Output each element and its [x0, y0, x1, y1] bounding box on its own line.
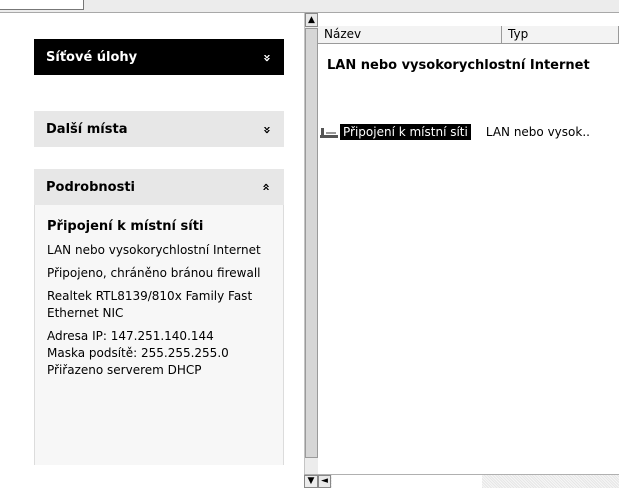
details-ip-address: Adresa IP: 147.251.140.144 [47, 329, 214, 343]
scroll-down-button[interactable]: ▼ [304, 475, 318, 488]
list-item-type: LAN nebo vysok.. [485, 125, 590, 139]
other-places-header[interactable]: Další místa » [34, 111, 284, 147]
list-item-name[interactable]: Připojení k místní síti [340, 124, 471, 140]
group-header: LAN nebo vysokorychlostní Internet [327, 58, 590, 73]
details-subnet-mask: Maska podsítě: 255.255.255.0 [47, 346, 229, 360]
details-connection-name: Připojení k místní síti [47, 219, 204, 234]
scroll-thumb[interactable] [305, 28, 318, 458]
details-type: LAN nebo vysokorychlostní Internet [47, 243, 261, 257]
chevron-double-down-icon[interactable]: » [259, 125, 274, 132]
details-panel: Připojení k místní síti LAN nebo vysokor… [34, 205, 284, 465]
top-strip [0, 0, 619, 13]
scroll-up-button[interactable]: ▲ [305, 13, 318, 27]
horizontal-scroll-thumb[interactable] [332, 475, 482, 488]
network-tasks-header[interactable]: Síťové úlohy » [34, 39, 284, 75]
network-tasks-title: Síťové úlohy [46, 49, 138, 65]
other-places-title: Další místa [46, 121, 128, 137]
chevron-double-up-icon[interactable]: » [259, 183, 274, 190]
list-item[interactable]: Připojení k místní síti LAN nebo vysok.. [318, 123, 590, 141]
column-header-name[interactable]: Název [318, 26, 502, 44]
column-header-type[interactable]: Typ [502, 26, 619, 44]
chevron-double-down-icon[interactable]: » [259, 53, 274, 60]
task-pane: Síťové úlohy » Další místa » Podrobnosti… [0, 13, 304, 488]
connections-list: Název Typ LAN nebo vysokorychlostní Inte… [318, 13, 619, 488]
top-tab [0, 0, 84, 10]
details-device: Realtek RTL8139/810x Family Fast Etherne… [47, 289, 253, 320]
details-dhcp: Přiřazeno serverem DHCP [47, 363, 202, 377]
details-status: Připojeno, chráněno bránou firewall [47, 266, 261, 280]
details-header[interactable]: Podrobnosti » [34, 169, 284, 205]
vertical-scrollbar[interactable]: ▲ [304, 13, 318, 474]
horizontal-scrollbar[interactable]: ▼ ◄ [304, 474, 619, 488]
network-connection-icon [318, 124, 340, 140]
scroll-left-button[interactable]: ◄ [318, 475, 331, 488]
details-title: Podrobnosti [46, 179, 136, 195]
